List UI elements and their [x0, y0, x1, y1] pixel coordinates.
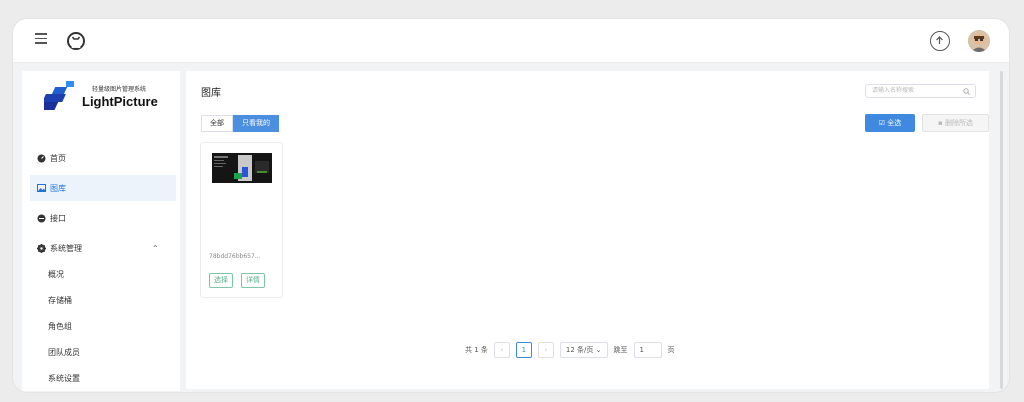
page-size-value: 12 条/页 [565, 346, 594, 354]
top-bar [13, 19, 1009, 63]
sidebar-subitem-buckets[interactable]: 存储桶 [48, 295, 72, 306]
chevron-right-icon[interactable]: › [537, 342, 554, 358]
chevron-down-icon: ⌄ [595, 346, 602, 354]
sidebar-item-label: 图库 [50, 183, 66, 193]
sidebar-item-label: 系统管理 [50, 243, 82, 253]
app-logo: 轻量级图片管理系统 LightPicture [44, 81, 164, 115]
tab-mine[interactable]: 只看我的 [233, 115, 279, 132]
upload-icon[interactable] [930, 31, 950, 51]
dashboard-icon [37, 154, 46, 162]
trash-icon: ▪ [938, 119, 943, 127]
search-placeholder: 请输入名称搜索 [872, 87, 915, 94]
filter-tabs: 全部 只看我的 [201, 115, 279, 132]
select-all-button[interactable]: ☑ 全选 [865, 114, 915, 132]
chevron-left-icon[interactable]: ‹ [493, 342, 510, 358]
search-input[interactable]: 请输入名称搜索 [865, 84, 976, 98]
check-icon: ☑ [878, 119, 886, 127]
page-title: 图库 [201, 88, 221, 99]
delete-selected-button[interactable]: ▪ 删除所选 [922, 114, 989, 132]
select-button[interactable]: 选择 [209, 273, 233, 288]
scrollbar[interactable] [1000, 71, 1003, 389]
jump-label: 跳至 [613, 346, 628, 354]
pagination: 共 1 条 ‹ 1 › 12 条/页 ⌄ 跳至 1 页 [465, 342, 675, 358]
avatar[interactable] [968, 30, 990, 52]
app-window: 轻量级图片管理系统 LightPicture 首页 图库 接口 系统管理 ⌃ 概… [13, 19, 1009, 392]
sidebar-subitem-settings[interactable]: 系统设置 [48, 373, 80, 384]
chevron-up-icon[interactable]: ⌃ [152, 244, 159, 253]
sidebar-item-label: 接口 [50, 213, 66, 223]
tab-all[interactable]: 全部 [201, 115, 233, 132]
sidebar: 轻量级图片管理系统 LightPicture 首页 图库 接口 系统管理 ⌃ 概… [22, 71, 180, 391]
sidebar-item-system[interactable]: 系统管理 ⌃ [22, 235, 180, 261]
main-panel: 图库 请输入名称搜索 全部 只看我的 ☑ 全选 ▪ 删除所选 78bdd76bb… [186, 71, 989, 389]
sidebar-item-home[interactable]: 首页 [22, 145, 180, 171]
image-name: 78bdd76bb657… [209, 253, 261, 260]
page-number[interactable]: 1 [515, 342, 532, 358]
logo-subtitle: 轻量级图片管理系统 [92, 86, 147, 93]
sidebar-item-api[interactable]: 接口 [22, 205, 180, 231]
detail-button[interactable]: 详情 [241, 273, 265, 288]
image-card[interactable]: 78bdd76bb657… 选择 详情 [200, 142, 283, 298]
menu-icon[interactable] [35, 33, 47, 45]
delete-selected-label: 删除所选 [944, 119, 973, 127]
sidebar-subitem-overview[interactable]: 概况 [48, 269, 64, 280]
total-count: 共 1 条 [465, 346, 488, 354]
select-all-label: 全选 [887, 119, 902, 127]
api-icon [37, 214, 46, 222]
jump-input[interactable]: 1 [633, 342, 662, 358]
image-icon [37, 184, 46, 192]
sidebar-subitem-roles[interactable]: 角色组 [48, 321, 72, 332]
settings-icon [37, 243, 46, 253]
page-unit: 页 [667, 346, 675, 354]
search-icon [963, 88, 970, 95]
sidebar-item-gallery[interactable]: 图库 [30, 175, 176, 201]
sidebar-item-label: 首页 [50, 153, 66, 163]
github-icon[interactable] [66, 31, 86, 51]
page-size-select[interactable]: 12 条/页 ⌄ [559, 342, 608, 358]
sidebar-subitem-members[interactable]: 团队成员 [48, 347, 80, 358]
logo-title: LightPicture [82, 94, 158, 109]
image-thumbnail[interactable] [212, 153, 272, 183]
